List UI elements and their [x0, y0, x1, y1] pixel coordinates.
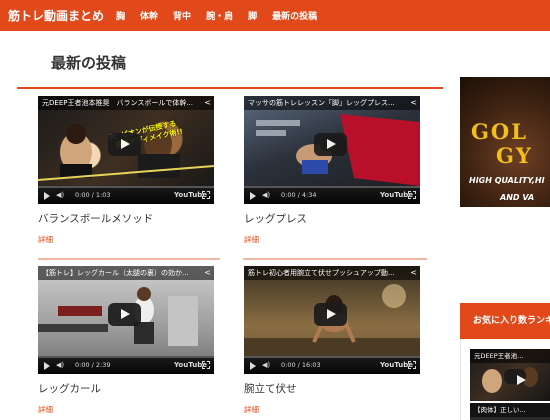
favorites-ranking-header: お気に入り数ランキング	[460, 303, 550, 339]
video-player[interactable]: 筋トレ初心者用腕立て伏せプッシュアップ動... < ◀) 0:00 / 16:0…	[244, 266, 420, 374]
details-link[interactable]: 詳細	[244, 234, 420, 245]
fullscreen-icon[interactable]	[408, 191, 416, 199]
share-icon[interactable]: <	[204, 268, 211, 277]
video-title[interactable]: 元DEEP王者池本推奨 バランスボールで体幹...	[38, 96, 214, 110]
post-title[interactable]: 腕立て伏せ	[244, 381, 420, 396]
video-player[interactable]: 【筋トレ】レッグカール（太腿の裏）の効か... < ◀) 0:00 / 2:39…	[38, 266, 214, 374]
volume-icon[interactable]: ◀)	[262, 361, 270, 369]
play-control-icon[interactable]	[250, 362, 256, 370]
progress-bar[interactable]	[244, 186, 420, 188]
section-divider	[17, 87, 443, 89]
banner-tagline-1: HIGH QUALITY,HI	[469, 176, 545, 185]
fullscreen-icon[interactable]	[202, 361, 210, 369]
video-player[interactable]: マッサの筋トレレッスン「脚」レッグプレス... < ◀) 0:00 / 4:34…	[244, 96, 420, 204]
nav-item-legs[interactable]: 脚	[248, 9, 257, 22]
card-divider	[38, 258, 220, 260]
fullscreen-icon[interactable]	[408, 361, 416, 369]
post-title[interactable]: レッグプレス	[244, 211, 420, 226]
player-controls: ◀) 0:00 / 1:03 YouTube	[38, 186, 214, 204]
video-title[interactable]: 筋トレ初心者用腕立て伏せプッシュアップ動...	[244, 266, 420, 280]
video-player[interactable]: 元 ピオンが伝授する 最短ボディメイク術!! 元DEEP王者池本推奨 バランスボ…	[38, 96, 214, 204]
main-nav: 胸 体幹 背中 腕・肩 脚 最新の投稿	[116, 9, 332, 22]
site-title[interactable]: 筋トレ動画まとめ	[8, 7, 104, 24]
player-controls: ◀) 0:00 / 4:34 YouTube	[244, 186, 420, 204]
play-button[interactable]	[108, 303, 141, 326]
progress-bar[interactable]	[244, 356, 420, 358]
video-time: 0:00 / 16:03	[281, 361, 321, 369]
volume-icon[interactable]: ◀)	[56, 191, 64, 199]
volume-icon[interactable]: ◀)	[262, 191, 270, 199]
play-button[interactable]	[314, 303, 347, 326]
post-card: マッサの筋トレレッスン「脚」レッグプレス... < ◀) 0:00 / 4:34…	[244, 96, 420, 245]
player-controls: ◀) 0:00 / 16:03 YouTube	[244, 356, 420, 374]
share-icon[interactable]: <	[410, 268, 417, 277]
banner-brand-line-1: GOL	[471, 119, 528, 144]
player-controls: ◀) 0:00 / 2:39 YouTube	[38, 356, 214, 374]
share-icon[interactable]: <	[204, 98, 211, 107]
sidebar-ad-banner[interactable]: GOL GY HIGH QUALITY,HI AND VA	[460, 77, 550, 207]
details-link[interactable]: 詳細	[38, 234, 214, 245]
play-control-icon[interactable]	[44, 362, 50, 370]
post-card: 【筋トレ】レッグカール（太腿の裏）の効か... < ◀) 0:00 / 2:39…	[38, 266, 214, 415]
video-title[interactable]: マッサの筋トレレッスン「脚」レッグプレス...	[244, 96, 420, 110]
play-control-icon[interactable]	[44, 192, 50, 200]
top-navigation-bar: 筋トレ動画まとめ 胸 体幹 背中 腕・肩 脚 最新の投稿	[0, 0, 550, 31]
volume-icon[interactable]: ◀)	[56, 361, 64, 369]
play-button[interactable]	[108, 133, 141, 156]
video-time: 0:00 / 4:34	[281, 191, 317, 199]
play-button[interactable]	[504, 369, 526, 385]
banner-tagline-2: AND VA	[500, 193, 535, 202]
nav-item-latest-posts[interactable]: 最新の投稿	[272, 9, 317, 22]
details-link[interactable]: 詳細	[38, 404, 214, 415]
card-divider	[243, 258, 427, 260]
play-control-icon[interactable]	[250, 192, 256, 200]
fullscreen-icon[interactable]	[202, 191, 210, 199]
post-title[interactable]: レッグカール	[38, 381, 214, 396]
nav-item-back[interactable]: 背中	[173, 9, 191, 22]
video-title[interactable]: 【肉体】正しい...	[470, 403, 550, 417]
nav-item-arms-shoulders[interactable]: 腕・肩	[206, 9, 233, 22]
nav-item-chest[interactable]: 胸	[116, 9, 125, 22]
details-link[interactable]: 詳細	[244, 404, 420, 415]
progress-bar[interactable]	[38, 186, 214, 188]
post-card: 筋トレ初心者用腕立て伏せプッシュアップ動... < ◀) 0:00 / 16:0…	[244, 266, 420, 415]
favorite-video-player[interactable]: 【肉体】正しい...	[470, 403, 550, 420]
video-time: 0:00 / 2:39	[75, 361, 111, 369]
banner-brand-line-2: GY	[496, 143, 533, 168]
play-button[interactable]	[314, 133, 347, 156]
progress-bar[interactable]	[38, 356, 214, 358]
share-icon[interactable]: <	[410, 98, 417, 107]
nav-item-core[interactable]: 体幹	[140, 9, 158, 22]
favorites-list: 元DEEP王者池... 【肉体】正しい...	[460, 339, 550, 420]
video-title[interactable]: 【筋トレ】レッグカール（太腿の裏）の効か...	[38, 266, 214, 280]
post-card: 元 ピオンが伝授する 最短ボディメイク術!! 元DEEP王者池本推奨 バランスボ…	[38, 96, 214, 245]
post-title[interactable]: バランスボールメソッド	[38, 211, 214, 226]
favorite-video-player[interactable]: 元DEEP王者池...	[470, 349, 550, 401]
video-title[interactable]: 元DEEP王者池...	[470, 349, 550, 363]
video-time: 0:00 / 1:03	[75, 191, 111, 199]
section-title: 最新の投稿	[51, 54, 127, 72]
